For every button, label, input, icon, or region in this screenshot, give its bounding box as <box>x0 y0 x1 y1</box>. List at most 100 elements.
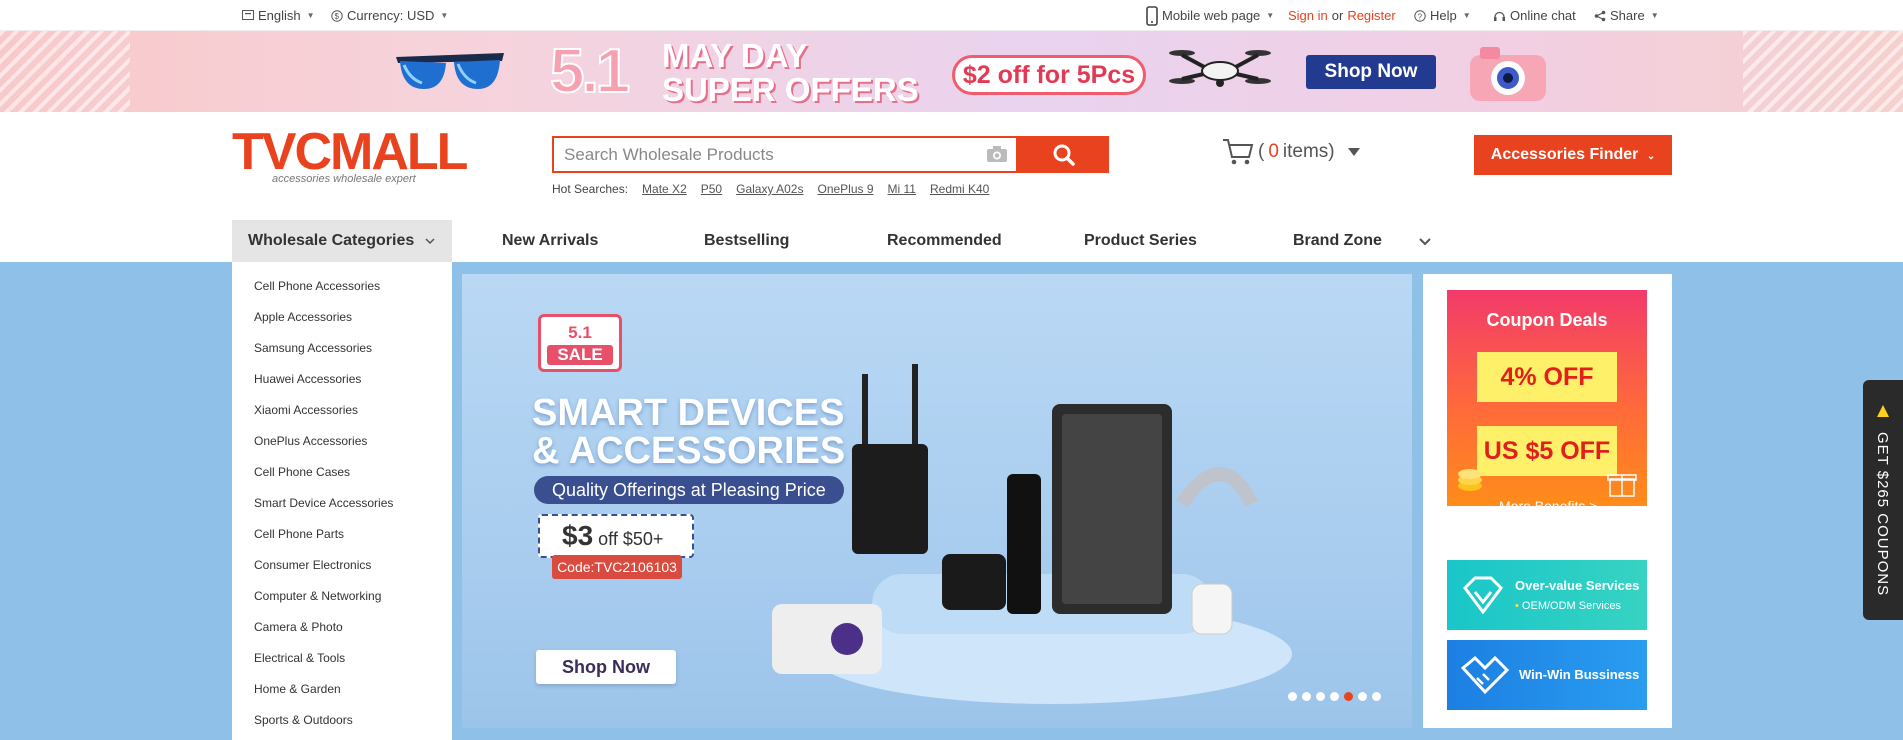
currency-selector[interactable]: $ Currency: USD ▼ <box>331 0 448 31</box>
slider-dot[interactable] <box>1316 692 1325 701</box>
category-item[interactable]: Cell Phone Parts <box>232 519 452 550</box>
decorative-stripes <box>0 31 130 112</box>
handshake-icon <box>1461 655 1509 695</box>
help-menu[interactable]: ? Help ▼ <box>1414 0 1471 31</box>
or-text: or <box>1331 8 1344 23</box>
slider-dot[interactable] <box>1330 692 1339 701</box>
logo-tagline: accessories wholesale expert <box>272 173 416 185</box>
mobile-web-page-link[interactable]: Mobile web page ▼ <box>1146 0 1274 31</box>
hot-search-link[interactable]: P50 <box>701 182 722 196</box>
share-menu[interactable]: Share ▼ <box>1594 0 1659 31</box>
cart-count: 0 <box>1268 141 1279 162</box>
chevron-down-icon <box>425 238 435 245</box>
get-coupons-floating-tab[interactable]: GET $265 COUPONS <box>1863 380 1903 620</box>
hot-searches: Hot Searches: Mate X2 P50 Galaxy A02s On… <box>552 182 989 196</box>
diamond-icon <box>1463 576 1503 614</box>
category-item[interactable]: Huawei Accessories <box>232 364 452 395</box>
drone-image <box>1169 50 1271 87</box>
category-item[interactable]: OnePlus Accessories <box>232 426 452 457</box>
coupon-deals-card[interactable]: Coupon Deals 4% OFF US $5 OFF More Benef… <box>1447 290 1647 514</box>
share-label: Share <box>1610 8 1645 23</box>
search-input[interactable] <box>564 138 964 171</box>
nav-bestselling[interactable]: Bestselling <box>704 220 789 262</box>
sign-in-link[interactable]: Sign in <box>1288 0 1328 31</box>
slider-dot[interactable] <box>1372 692 1381 701</box>
hero-shop-now-button[interactable]: Shop Now <box>536 650 676 684</box>
accessories-finder-button[interactable]: Accessories Finder ⌄ <box>1474 135 1672 175</box>
kids-camera-image <box>1470 47 1546 101</box>
accessories-finder-label: Accessories Finder <box>1490 146 1639 163</box>
chevron-down-icon: ⌄ <box>1646 151 1656 162</box>
chevron-down-icon: ▼ <box>1266 11 1275 20</box>
more-benefits-link[interactable]: More Benefits > <box>1499 498 1597 514</box>
coupon-condition: off $50+ <box>593 529 664 549</box>
win-win-business-card[interactable]: Win-Win Bussiness <box>1447 640 1647 710</box>
search-box <box>552 136 1018 173</box>
language-selector[interactable]: English ▼ <box>242 0 315 31</box>
slider-dot[interactable] <box>1288 692 1297 701</box>
hot-search-link[interactable]: Mi 11 <box>888 182 916 196</box>
chevron-down-icon: ▼ <box>1462 11 1471 20</box>
promo-number: 5.1 <box>549 37 631 106</box>
hot-searches-label: Hot Searches: <box>552 182 629 196</box>
chevron-down-icon[interactable] <box>1416 232 1434 250</box>
register-link[interactable]: Register <box>1347 0 1395 31</box>
hot-search-link[interactable]: OnePlus 9 <box>817 182 873 196</box>
service-title: Win-Win Bussiness <box>1519 667 1640 682</box>
triangle-left-icon <box>1877 405 1889 417</box>
slider-dot[interactable] <box>1302 692 1311 701</box>
coupon-ticket: US $5 OFF <box>1477 426 1617 476</box>
wholesale-categories-menu[interactable]: Wholesale Categories <box>232 220 452 262</box>
category-item[interactable]: Computer & Networking <box>232 581 452 612</box>
side-promotions: Coupon Deals 4% OFF US $5 OFF More Benef… <box>1423 274 1672 728</box>
cart-button[interactable]: (0 items) <box>1222 136 1361 168</box>
decorative-stripes <box>1743 31 1903 112</box>
promo-discount-pill: $2 off for 5Pcs <box>952 55 1146 95</box>
hot-search-link[interactable]: Mate X2 <box>642 182 687 196</box>
language-label: English <box>258 8 301 23</box>
sale-badge-number: 5.1 <box>568 323 592 342</box>
category-item[interactable]: Home & Garden <box>232 674 452 705</box>
category-list: Cell Phone Accessories Apple Accessories… <box>232 262 452 740</box>
gold-coins-icon <box>1458 469 1482 491</box>
category-item[interactable]: Camera & Photo <box>232 612 452 643</box>
svg-text:$: $ <box>335 12 340 21</box>
category-item[interactable]: Cell Phone Accessories <box>232 271 452 302</box>
nav-brand-zone[interactable]: Brand Zone <box>1293 220 1382 262</box>
smart-devices-image <box>772 364 1292 704</box>
camera-icon[interactable] <box>986 145 1008 163</box>
nav-recommended[interactable]: Recommended <box>887 220 1002 262</box>
hot-search-link[interactable]: Redmi K40 <box>930 182 989 196</box>
nav-product-series[interactable]: Product Series <box>1084 220 1197 262</box>
promo-shop-now-button[interactable]: Shop Now <box>1306 55 1436 89</box>
sunglasses-image <box>396 53 504 89</box>
headset-icon <box>1494 11 1505 21</box>
category-item[interactable]: Sports & Outdoors <box>232 705 452 736</box>
svg-text:?: ? <box>1418 12 1423 21</box>
category-item[interactable]: Electrical & Tools <box>232 643 452 674</box>
category-item[interactable]: Consumer Electronics <box>232 550 452 581</box>
category-item[interactable]: Apple Accessories <box>232 302 452 333</box>
over-value-services-card[interactable]: Over-value Services • OEM/ODM Services <box>1447 560 1647 630</box>
category-item[interactable]: Cell Phone Cases <box>232 457 452 488</box>
search-button[interactable] <box>1018 136 1109 173</box>
category-item[interactable]: Samsung Accessories <box>232 333 452 364</box>
hero-slider[interactable]: 5.1 SALE SMART DEVICES & ACCESSORIES Qua… <box>462 274 1412 728</box>
online-chat-link[interactable]: Online chat <box>1493 0 1576 31</box>
hot-search-link[interactable]: Galaxy A02s <box>736 182 803 196</box>
slider-dot[interactable] <box>1358 692 1367 701</box>
gift-box-icon <box>1607 474 1637 497</box>
get-coupons-label: GET $265 COUPONS <box>1874 432 1891 597</box>
caret-down-icon <box>1347 148 1360 156</box>
tvcmall-logo[interactable]: TVCMALL accessories wholesale expert <box>232 123 468 189</box>
wholesale-categories-label: Wholesale Categories <box>248 232 415 249</box>
chevron-down-icon: ▼ <box>306 11 315 20</box>
category-item[interactable]: Xiaomi Accessories <box>232 395 452 426</box>
promo-title: MAY DAY SUPER OFFERS <box>662 39 919 107</box>
slider-dot[interactable] <box>1344 692 1353 701</box>
service-title: Over-value Services <box>1515 578 1640 593</box>
promo-banner[interactable]: 5.1 MAY DAY SUPER OFFERS $2 off for 5Pcs… <box>0 31 1903 112</box>
hero-coupon: $3 off $50+ <box>538 514 694 558</box>
nav-new-arrivals[interactable]: New Arrivals <box>502 220 598 262</box>
category-item[interactable]: Smart Device Accessories <box>232 488 452 519</box>
